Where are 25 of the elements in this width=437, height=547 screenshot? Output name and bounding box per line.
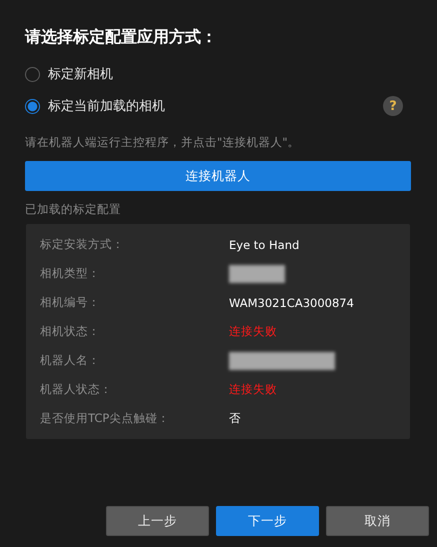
field-label: 是否使用TCP尖点触碰： (40, 411, 170, 426)
field-label: 机器人状态： (40, 382, 113, 397)
field-value: Eye to Hand (229, 238, 300, 252)
help-button[interactable]: ? (383, 96, 403, 116)
field-value: 否 (229, 411, 241, 426)
status-value: 连接失败 (229, 382, 277, 397)
field-label: 标定安装方式： (40, 237, 125, 252)
field-label: 相机编号： (40, 295, 101, 310)
field-label: 机器人名： (40, 353, 101, 368)
dialog-button[interactable]: 取消 (326, 506, 429, 536)
section-heading: 已加载的标定配置 (25, 202, 121, 217)
field-label: 相机状态： (40, 324, 101, 339)
radio-button[interactable] (25, 66, 40, 82)
option-label[interactable]: 标定当前加载的相机 (48, 97, 165, 115)
option-label[interactable]: 标定新相机 (48, 65, 113, 83)
connect-button[interactable]: 连接机器人 (25, 161, 411, 191)
redacted-value (229, 264, 285, 282)
status-value: 连接失败 (229, 324, 277, 339)
field-value: WAM3021CA3000874 (229, 296, 354, 310)
dialog-title: 请选择标定配置应用方式： (25, 27, 217, 47)
dialog-button[interactable]: 上一步 (106, 506, 209, 536)
hint-text: 请在机器人端运行主控程序，并点击"连接机器人"。 (25, 135, 300, 150)
field-label: 相机类型： (40, 266, 101, 281)
radio-button[interactable] (25, 98, 40, 114)
dialog-button[interactable]: 下一步 (216, 506, 319, 536)
